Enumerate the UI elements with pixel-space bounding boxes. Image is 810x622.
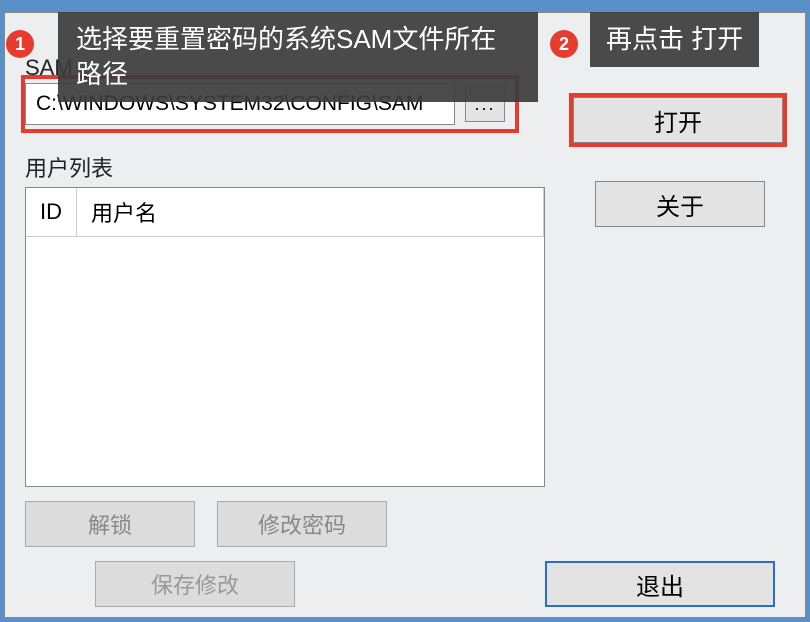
user-table[interactable]: ID 用户名 xyxy=(26,188,544,237)
user-table-container: ID 用户名 xyxy=(25,187,545,487)
save-changes-button: 保存修改 xyxy=(95,561,295,607)
sam-path-input[interactable] xyxy=(25,83,455,125)
left-panel: SAM ... 用户列表 ID 用户名 xyxy=(25,55,565,547)
open-button-container: 打开 xyxy=(573,97,783,143)
column-id[interactable]: ID xyxy=(26,188,77,237)
open-button[interactable]: 打开 xyxy=(573,97,783,143)
action-row: 解锁 修改密码 xyxy=(25,501,545,547)
browse-label: ... xyxy=(474,94,495,115)
bottom-bar: 保存修改 退出 xyxy=(25,561,775,607)
browse-button[interactable]: ... xyxy=(465,86,505,122)
main-window: SAM ... 用户列表 ID 用户名 xyxy=(4,12,806,618)
table-header-row: ID 用户名 xyxy=(26,188,544,237)
column-username[interactable]: 用户名 xyxy=(77,188,544,237)
content-area: SAM ... 用户列表 ID 用户名 xyxy=(5,13,805,557)
modify-password-button: 修改密码 xyxy=(217,501,387,547)
about-button[interactable]: 关于 xyxy=(595,181,765,227)
userlist-label: 用户列表 xyxy=(25,151,545,183)
title-bar xyxy=(0,0,810,12)
unlock-button: 解锁 xyxy=(25,501,195,547)
exit-button[interactable]: 退出 xyxy=(545,561,775,607)
path-row: ... xyxy=(25,83,545,125)
sam-section-label: SAM xyxy=(25,55,545,81)
